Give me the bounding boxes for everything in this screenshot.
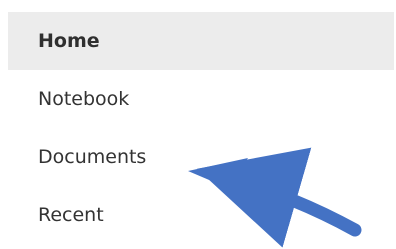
nav-item-recent[interactable]: Recent	[8, 186, 394, 244]
nav-item-label: Documents	[38, 146, 147, 168]
nav-item-home[interactable]: Home	[8, 12, 394, 70]
nav-item-notebook[interactable]: Notebook	[8, 70, 394, 128]
navigation-list: Home Notebook Documents Recent	[8, 12, 394, 244]
nav-item-documents[interactable]: Documents	[8, 128, 394, 186]
nav-item-label: Recent	[38, 204, 104, 226]
screenshot-stage: Home Notebook Documents Recent	[0, 0, 396, 249]
nav-item-label: Home	[38, 30, 100, 52]
nav-item-label: Notebook	[38, 88, 130, 110]
